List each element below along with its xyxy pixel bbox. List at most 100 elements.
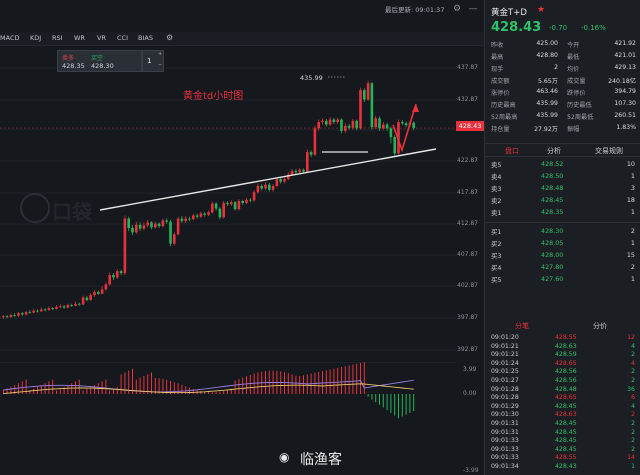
buy-label[interactable]: 买空 — [91, 53, 103, 62]
settings-icon[interactable]: ⚙ — [451, 3, 463, 15]
trade-time: 09:01:21 — [491, 342, 519, 350]
candle-body — [370, 83, 374, 128]
candle-body — [59, 306, 62, 308]
stat-label: 振幅 — [567, 126, 580, 133]
down-arrow-icon: ↓ — [536, 22, 542, 30]
ask-price[interactable]: 428.50 — [541, 172, 563, 180]
quantity-stepper[interactable]: 1 + − — [142, 50, 164, 72]
indicator-settings-icon[interactable]: ⚙ — [166, 33, 173, 42]
stat-value: 421.92 — [614, 40, 636, 47]
candle-body — [332, 119, 336, 123]
quote-tab-1[interactable]: 分析 — [547, 146, 561, 156]
bid-price[interactable]: 428.05 — [541, 239, 563, 247]
indicator-tab-wr[interactable]: WR — [74, 34, 85, 42]
candle-body — [211, 203, 214, 213]
bid-price[interactable]: 428.30 — [541, 227, 563, 235]
candle-body — [180, 218, 184, 222]
ask-level-label: 卖4 — [491, 173, 502, 181]
favorite-star-icon[interactable]: ★ — [537, 5, 545, 15]
stat-value: 429.13 — [614, 64, 636, 71]
macd-chart[interactable] — [0, 362, 456, 475]
minus-icon[interactable]: − — [158, 62, 162, 68]
peak-price-label: 435.99 — [300, 74, 323, 82]
ask-price[interactable]: 428.35 — [541, 208, 563, 216]
candle-body — [264, 184, 267, 189]
candle-body — [366, 83, 370, 100]
price-change-percent: -0.16% — [581, 24, 606, 32]
stat-value: 463.46 — [536, 88, 558, 95]
stat-label: 今开 — [567, 42, 580, 49]
candle-body — [51, 308, 54, 309]
minimize-icon[interactable]: — — [467, 3, 479, 15]
indicator-tab-macd[interactable]: MACD — [0, 34, 19, 42]
candle-body — [146, 222, 149, 226]
candle-body — [176, 218, 180, 235]
ask-volume: 1 — [630, 172, 635, 180]
last-update-time: 最后更新: 09:01:37 — [385, 6, 445, 14]
candle-body — [74, 303, 77, 306]
candle-body — [40, 309, 43, 312]
stat-value: 428.80 — [536, 52, 558, 59]
indicator-tab-cci[interactable]: CCI — [117, 34, 128, 42]
ask-level-label: 卖5 — [491, 161, 502, 169]
price-tick: 432.87 — [457, 96, 478, 103]
trade-volume: 2 — [631, 368, 635, 376]
stat-value: 5.65万 — [538, 78, 558, 85]
indicator-tab-vr[interactable]: VR — [97, 34, 106, 42]
ask-level-label: 卖2 — [491, 197, 502, 205]
trade-tab-0[interactable]: 分笔 — [515, 321, 529, 331]
ask-price[interactable]: 428.48 — [541, 184, 563, 192]
trade-price: 428.45 — [555, 445, 577, 453]
buy-price[interactable]: 428.30 — [91, 62, 114, 70]
candle-body — [237, 201, 241, 210]
bid-price[interactable]: 427.80 — [541, 263, 563, 271]
trade-time: 09:01:31 — [491, 420, 519, 427]
ask-price[interactable]: 428.52 — [541, 160, 563, 168]
indicator-tab-kdj[interactable]: KDJ — [30, 34, 41, 42]
quote-tab-0[interactable]: 盘口 — [505, 146, 519, 156]
bid-level-label: 买2 — [491, 240, 502, 248]
stat-label: 52周最低 — [567, 114, 594, 121]
candle-body — [298, 169, 301, 173]
trade-price: 428.56 — [555, 368, 577, 376]
trade-time: 09:01:33 — [491, 445, 519, 453]
bid-level-label: 买3 — [491, 252, 502, 260]
stat-label: 昨收 — [491, 42, 504, 49]
candle-body — [100, 289, 104, 294]
sell-price[interactable]: 428.35 — [62, 62, 85, 70]
candle-body — [249, 199, 252, 201]
plus-icon[interactable]: + — [158, 51, 162, 57]
trade-time: 09:01:34 — [491, 463, 519, 470]
candle-body — [340, 119, 343, 131]
trade-price: 428.55 — [555, 334, 577, 341]
trade-time: 09:01:25 — [491, 368, 519, 376]
candle-body — [150, 222, 153, 228]
quantity-value[interactable]: 1 — [147, 57, 151, 65]
price-tick: 412.87 — [457, 220, 478, 227]
trade-price: 428.45 — [555, 437, 577, 445]
candle-body — [43, 309, 47, 311]
candle-body — [24, 311, 28, 315]
chart-annotation: 黄金td小时图 — [183, 91, 244, 102]
candle-body — [66, 305, 70, 308]
candle-body — [359, 90, 362, 129]
candle-body — [36, 310, 39, 312]
orderbook-divider — [485, 222, 640, 223]
sell-label[interactable]: 卖多 — [62, 53, 74, 62]
last-price: 428.43 — [491, 20, 542, 35]
candle-body — [161, 220, 165, 227]
stats-grid: 昨收 425.00 今开 421.92 最高 428.80 最低 421.01 现手 2 均价 429… — [485, 40, 640, 140]
quote-tab-2[interactable]: 交易规则 — [595, 146, 623, 156]
ask-price[interactable]: 428.45 — [541, 196, 563, 204]
bid-price[interactable]: 427.60 — [541, 275, 563, 283]
price-tick: 402.87 — [457, 282, 478, 289]
indicator-tab-rsi[interactable]: RSI — [52, 34, 63, 42]
bid-price[interactable]: 428.00 — [541, 251, 563, 259]
indicator-tab-bias[interactable]: BIAS — [138, 34, 153, 42]
trade-tab-1[interactable]: 分价 — [593, 321, 607, 331]
candle-body — [378, 118, 381, 129]
current-price-tag: 428.43 — [456, 121, 484, 131]
candle-body — [28, 311, 32, 313]
trade-price: 428.45 — [555, 428, 577, 436]
price-tick: 437.87 — [457, 64, 478, 71]
